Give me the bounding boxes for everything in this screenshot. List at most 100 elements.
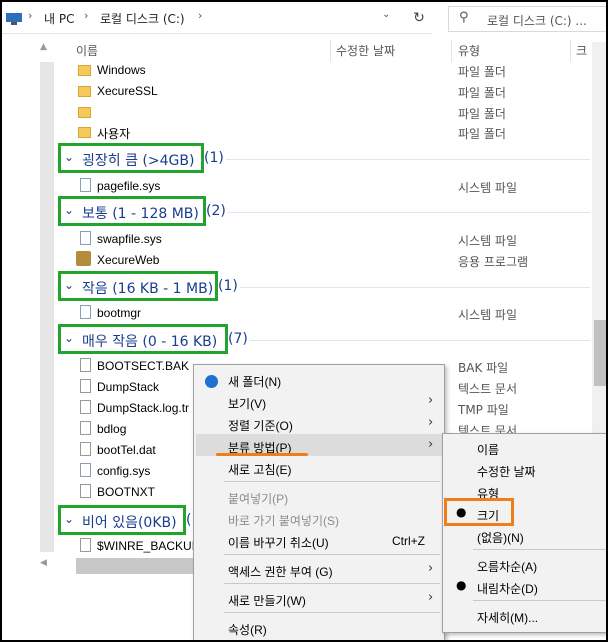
list-item[interactable]: bdlog	[97, 422, 126, 436]
item-type: 시스템 파일	[458, 181, 518, 195]
list-item[interactable]: BOOTSECT.BAK	[97, 359, 189, 373]
menu-item-new-folder[interactable]: 새 폴더(N)	[228, 373, 281, 390]
chevron-right-icon: ›	[428, 561, 434, 576]
horizontal-scrollbar-thumb[interactable]	[76, 558, 194, 574]
list-item[interactable]: pagefile.sys	[97, 179, 160, 193]
list-item[interactable]: XecureWeb	[97, 253, 159, 267]
submenu-item-ascending[interactable]: 오름차순(A)	[477, 558, 537, 575]
submenu-item-date[interactable]: 수정한 날짜	[477, 463, 536, 480]
dropdown-arrow-icon[interactable]: ⌄	[382, 9, 390, 20]
column-header-date[interactable]: 수정한 날짜	[336, 42, 395, 59]
file-icon	[80, 484, 91, 498]
menu-separator	[224, 554, 440, 555]
chevron-down-icon[interactable]: ⌄	[64, 150, 74, 164]
chevron-down-icon[interactable]: ⌄	[64, 512, 74, 526]
context-menu: 새 폴더(N) 보기(V) › 정렬 기준(O) › 분류 방법(P) › 새로…	[193, 364, 445, 640]
item-type: TMP 파일	[458, 403, 509, 417]
group-divider	[226, 159, 590, 160]
menu-item-refresh[interactable]: 새로 고침(E)	[228, 461, 292, 478]
column-divider[interactable]	[330, 40, 331, 62]
breadcrumb-this-pc[interactable]: 내 PC	[44, 10, 74, 27]
list-item[interactable]: XecureSSL	[97, 84, 158, 98]
chevron-right-icon[interactable]: ›	[28, 9, 32, 22]
column-divider[interactable]	[451, 40, 452, 62]
menu-shortcut-text: Ctrl+Z	[392, 534, 425, 548]
file-icon	[80, 538, 91, 552]
folder-icon	[78, 65, 91, 76]
search-icon: ⚲	[459, 10, 469, 25]
menu-separator	[224, 612, 440, 613]
submenu-item-descending[interactable]: 내림차순(D)	[477, 580, 538, 597]
folder-icon	[78, 86, 91, 97]
group-count: (1)	[218, 278, 238, 294]
list-item[interactable]: bootTel.dat	[97, 443, 156, 457]
list-item[interactable]: BOOTNXT	[97, 485, 155, 499]
group-count: (7)	[228, 331, 248, 347]
chevron-right-icon: ›	[428, 590, 434, 605]
file-icon	[80, 400, 91, 414]
vertical-scrollbar-thumb[interactable]	[594, 320, 606, 386]
menu-item-paste: 붙여넣기(P)	[228, 492, 289, 506]
item-type: 파일 폴더	[458, 107, 506, 121]
menu-item-sort-by[interactable]: 정렬 기준(O)	[228, 417, 293, 434]
chevron-down-icon[interactable]: ⌄	[64, 278, 74, 292]
group-count: (	[186, 512, 192, 528]
column-header-size[interactable]: 크	[576, 42, 587, 59]
menu-item-view[interactable]: 보기(V)	[228, 395, 266, 412]
submenu-item-none[interactable]: (없음)(N)	[477, 529, 524, 546]
list-item[interactable]: DumpStack	[97, 380, 159, 394]
group-divider	[228, 212, 590, 213]
folder-icon	[78, 127, 91, 138]
search-placeholder: 로컬 디스크 (C:) ...	[487, 14, 587, 28]
menu-separator	[473, 600, 606, 601]
menu-item-give-access[interactable]: 액세스 권한 부여 (G)	[228, 563, 333, 580]
menu-separator	[473, 549, 606, 550]
list-item[interactable]: DumpStack.log.tr	[97, 401, 189, 415]
list-item[interactable]: Windows	[97, 63, 146, 77]
column-header-name[interactable]: 이름	[76, 42, 98, 59]
item-type: 파일 폴더	[458, 86, 506, 100]
menu-item-properties[interactable]: 속성(R)	[228, 621, 267, 638]
file-explorer-window: › 내 PC › 로컬 디스크 (C:) › ⌄ ↻ ⚲ 로컬 디스크 (C:)…	[0, 0, 608, 642]
group-count: (1)	[204, 150, 224, 166]
submenu-item-name[interactable]: 이름	[477, 441, 499, 458]
group-count: (2)	[206, 203, 226, 219]
list-item[interactable]: swapfile.sys	[97, 232, 162, 246]
file-icon	[80, 442, 91, 456]
group-header-label[interactable]: 비어 있음(0KB)	[82, 512, 177, 532]
group-header-label[interactable]: 작음 (16 KB - 1 MB)	[82, 278, 213, 298]
search-box[interactable]: ⚲ 로컬 디스크 (C:) ...	[448, 6, 606, 32]
chevron-down-icon[interactable]: ⌄	[64, 203, 74, 217]
list-item[interactable]: 사용자	[97, 125, 130, 142]
list-item[interactable]: $WINRE_BACKUP_	[97, 539, 206, 553]
address-bar[interactable]: › 내 PC › 로컬 디스크 (C:) › ⌄	[2, 2, 432, 34]
item-type: 파일 폴더	[458, 65, 506, 79]
scroll-down-arrow-icon[interactable]: ◀	[40, 558, 47, 568]
nav-pane-scrollbar[interactable]	[40, 62, 54, 552]
menu-item-undo-rename[interactable]: 이름 바꾸기 취소(U)	[228, 534, 329, 551]
chevron-down-icon[interactable]: ⌄	[64, 331, 74, 345]
pc-icon	[6, 13, 22, 25]
group-header-label[interactable]: 굉장히 큼 (>4GB)	[82, 150, 194, 170]
orange-underline-annotation	[216, 453, 308, 456]
file-icon	[80, 358, 91, 372]
group-divider	[250, 340, 590, 341]
breadcrumb-local-disk[interactable]: 로컬 디스크 (C:)	[100, 10, 185, 27]
submenu-item-more[interactable]: 자세히(M)...	[477, 609, 538, 626]
column-header-type[interactable]: 유형	[458, 42, 480, 59]
group-header-label[interactable]: 매우 작음 (0 - 16 KB)	[82, 331, 217, 351]
menu-item-paste-shortcut: 바로 가기 붙여넣기(S)	[228, 514, 339, 528]
list-item[interactable]: config.sys	[97, 464, 150, 478]
group-header-label[interactable]: 보통 (1 - 128 MB)	[82, 203, 199, 223]
chevron-right-icon[interactable]: ›	[84, 9, 88, 22]
group-divider	[240, 287, 590, 288]
chevron-right-icon[interactable]: ›	[198, 9, 202, 22]
menu-separator	[224, 583, 440, 584]
menu-item-new[interactable]: 새로 만들기(W)	[228, 592, 306, 609]
refresh-icon[interactable]: ↻	[404, 6, 434, 30]
list-item[interactable]: bootmgr	[97, 306, 141, 320]
scroll-up-arrow-icon[interactable]: ▲	[40, 42, 47, 52]
application-icon	[76, 251, 91, 266]
column-divider[interactable]	[570, 40, 571, 62]
orange-box-annotation	[444, 498, 514, 526]
